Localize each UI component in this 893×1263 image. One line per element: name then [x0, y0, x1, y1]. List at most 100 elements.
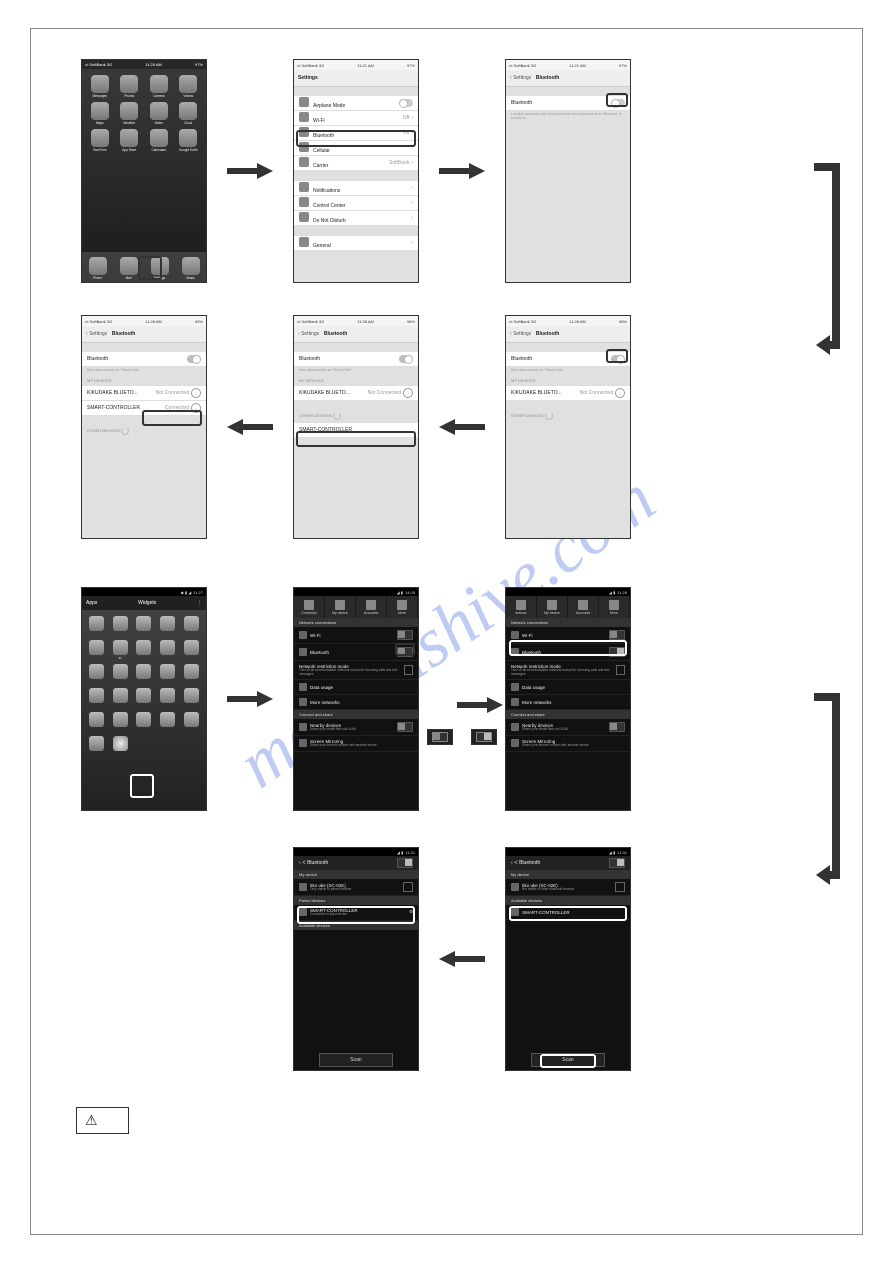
- app-maps[interactable]: Maps: [86, 102, 114, 125]
- row-dnd[interactable]: Do Not Disturb›: [294, 210, 418, 226]
- app-icon[interactable]: [109, 712, 132, 732]
- app-icon[interactable]: [85, 616, 108, 636]
- carrier-icon: [299, 157, 309, 167]
- tab-connections[interactable]: Connectio: [294, 596, 325, 618]
- app-settings[interactable]: [109, 736, 132, 756]
- row-nearby[interactable]: Nearby devicesShare your media files via…: [294, 719, 418, 736]
- app-icon[interactable]: [156, 712, 179, 732]
- row-notifications[interactable]: Notifications›: [294, 180, 418, 196]
- app-icon[interactable]: [109, 688, 132, 708]
- row-bluetooth-toggle[interactable]: Bluetooth: [82, 351, 206, 367]
- app-clock[interactable]: Clock: [175, 102, 203, 125]
- back-button[interactable]: ‹ Settings: [510, 331, 531, 337]
- general-icon: [299, 237, 309, 247]
- dock-phone[interactable]: Phone: [89, 257, 107, 280]
- tab-more[interactable]: More: [599, 596, 630, 618]
- warning-icon: ⚠: [85, 1112, 98, 1129]
- spinner-icon: [121, 427, 129, 435]
- app-camera[interactable]: Camera: [145, 75, 173, 98]
- tab-accounts[interactable]: Accounts: [356, 596, 387, 618]
- tab-more[interactable]: More: [387, 596, 418, 618]
- app-icon[interactable]: [156, 616, 179, 636]
- app-icon[interactable]: [133, 688, 156, 708]
- back-button[interactable]: ‹ Settings: [298, 331, 319, 337]
- highlight-scan-button: [540, 1054, 596, 1068]
- back-button[interactable]: ‹ Settings: [86, 331, 107, 337]
- app-icon[interactable]: [180, 640, 203, 660]
- app-appstore[interactable]: App Store: [116, 129, 144, 152]
- row-device-kikudake[interactable]: KIKUDAKE BLUETO...Not Connectedi: [294, 385, 418, 401]
- tab-accounts[interactable]: Accounts: [568, 596, 599, 618]
- tab-mydevice[interactable]: My device: [325, 596, 356, 618]
- info-icon[interactable]: i: [191, 388, 201, 398]
- app-grid: Messages Photos Camera Videos Maps Weath…: [82, 69, 206, 158]
- row-restriction[interactable]: Network restriction modeTurn off all com…: [294, 661, 418, 680]
- status-bar: •ıl SoftBank 3G11:25 AM97%: [82, 60, 206, 69]
- app-icon[interactable]: [85, 688, 108, 708]
- app-messages[interactable]: Messages: [86, 75, 114, 98]
- app-icon[interactable]: [180, 688, 203, 708]
- phone-icon: [299, 883, 307, 891]
- app-icon[interactable]: 31: [109, 640, 132, 660]
- row-wifi[interactable]: Wi-Fi: [294, 627, 418, 644]
- row-airplane[interactable]: Airplane Mode: [294, 95, 418, 111]
- app-icon[interactable]: [109, 664, 132, 684]
- dock-mail[interactable]: Mail: [120, 257, 138, 280]
- arrow-left-icon: [437, 417, 487, 437]
- dock-music[interactable]: Music: [182, 257, 200, 280]
- status-bar: •ıl SoftBank 3G11:21 AM97%: [294, 60, 418, 70]
- back-icon[interactable]: ‹: [511, 860, 513, 866]
- row-mydevice[interactable]: 5ko uke (SC-02E)Not visible to other blu…: [506, 879, 630, 896]
- tab-apps[interactable]: Apps: [86, 600, 97, 606]
- row-controlcenter[interactable]: Control Center›: [294, 195, 418, 211]
- app-icon[interactable]: [85, 736, 108, 756]
- row-mirroring[interactable]: Screen MirroringShare your device's scre…: [294, 736, 418, 752]
- back-icon[interactable]: ‹: [299, 860, 301, 866]
- app-facetime[interactable]: FaceTime: [86, 129, 114, 152]
- app-icon[interactable]: [133, 640, 156, 660]
- info-icon[interactable]: i: [615, 388, 625, 398]
- app-weather[interactable]: Weather: [116, 102, 144, 125]
- app-photos[interactable]: Photos: [116, 75, 144, 98]
- scan-button[interactable]: Scan: [319, 1053, 393, 1067]
- app-icon[interactable]: [85, 640, 108, 660]
- tab-connections[interactable]: ections: [506, 596, 537, 618]
- app-videos[interactable]: Videos: [175, 75, 203, 98]
- app-googleearth[interactable]: Google Earth: [175, 129, 203, 152]
- bluetooth-toggle[interactable]: [397, 858, 413, 868]
- ios-bluetooth-connected-screen: •ıl SoftBank 3G11:28 AM95% ‹ Settings Bl…: [81, 315, 207, 539]
- row-device-kikudake[interactable]: KIKUDAKE BLUETO...Not Connectedi: [82, 385, 206, 401]
- info-icon[interactable]: i: [403, 388, 413, 398]
- android-settings-screen: ◢ ▮14:05 Connectio My device Accounts Mo…: [293, 587, 419, 811]
- back-button[interactable]: ‹ Settings: [510, 75, 531, 81]
- mirroring-icon: [299, 739, 307, 747]
- row-general[interactable]: General›: [294, 235, 418, 251]
- app-icon[interactable]: [180, 712, 203, 732]
- app-icon[interactable]: [133, 616, 156, 636]
- app-icon[interactable]: [180, 664, 203, 684]
- app-icon[interactable]: [156, 664, 179, 684]
- app-icon[interactable]: [109, 616, 132, 636]
- app-icon[interactable]: [180, 616, 203, 636]
- row-mydevice[interactable]: 5ko uke (SC-02E)Only visible to paired d…: [294, 879, 418, 896]
- app-icon[interactable]: [133, 712, 156, 732]
- airplane-toggle[interactable]: [399, 99, 413, 107]
- row-carrier[interactable]: CarrierSoftBank ›: [294, 155, 418, 171]
- app-calendars[interactable]: Calendars: [145, 129, 173, 152]
- row-datausage[interactable]: Data usage: [294, 680, 418, 695]
- row-wifi[interactable]: Wi-FiOff ›: [294, 110, 418, 126]
- app-icon[interactable]: [156, 688, 179, 708]
- tab-widgets[interactable]: Widgets: [138, 600, 156, 606]
- app-icon[interactable]: [156, 640, 179, 660]
- highlight-bt-toggle-off: [395, 643, 415, 656]
- app-icon[interactable]: [85, 712, 108, 732]
- callout-toggle-off: [427, 729, 453, 745]
- app-icon[interactable]: [133, 664, 156, 684]
- menu-icon[interactable]: ⋮: [197, 600, 202, 606]
- app-icon[interactable]: [85, 664, 108, 684]
- row-morenetworks[interactable]: More networks: [294, 695, 418, 710]
- app-notes[interactable]: Notes: [145, 102, 173, 125]
- wifi-toggle[interactable]: [397, 630, 413, 640]
- tab-mydevice[interactable]: My device: [537, 596, 568, 618]
- row-device-kikudake[interactable]: KIKUDAKE BLUETO...Not Connectedi: [506, 385, 630, 401]
